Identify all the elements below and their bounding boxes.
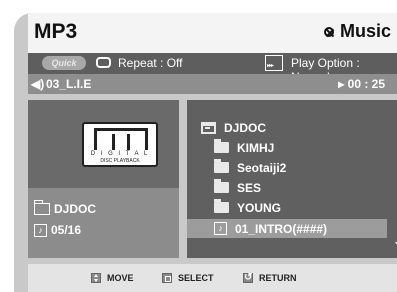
list-item[interactable]: YOUNG — [187, 198, 387, 217]
mp3-logo: D I G I T A L DISC PLAYBACK — [82, 122, 158, 167]
move-arrows-icon — [91, 273, 101, 283]
list-item-selected[interactable]: ♪ 01_INTRO(####) — [187, 219, 387, 238]
logo-disc-text: DISC PLAYBACK — [100, 158, 140, 164]
file-list: DJDOC KIMHJ Seotaiji2 SES YOUNG ♪ 01_INT… — [187, 100, 397, 258]
title-bar: MP3 Music — [28, 13, 397, 53]
repeat-icon — [96, 57, 111, 68]
disc-cross-icon — [323, 26, 334, 37]
current-folder-panel: DJDOC ♪ 05/16 — [28, 188, 179, 258]
play-option-icon — [265, 55, 283, 71]
quick-button[interactable]: Quick — [42, 56, 86, 70]
return-icon — [243, 272, 253, 283]
current-track-name: 03_L.I.E — [46, 77, 92, 91]
list-item-label: YOUNG — [237, 200, 282, 215]
list-item-label: DJDOC — [224, 120, 267, 135]
control-hints-bar: MOVE SELECT RETURN — [28, 264, 397, 292]
move-label: MOVE — [107, 273, 134, 283]
select-button-icon — [162, 273, 172, 283]
folder-icon — [214, 139, 229, 153]
music-file-icon: ♪ — [214, 222, 227, 235]
list-item-label: 01_INTRO(####) — [235, 221, 328, 236]
list-item-label: SES — [237, 180, 262, 195]
mode-indicator: Music — [323, 21, 391, 42]
disc-logo-panel: D I G I T A L DISC PLAYBACK — [28, 100, 179, 188]
mp3-logo-mark — [94, 128, 148, 150]
logo-digital-text: D I G I T A L — [90, 151, 150, 157]
repeat-status: Repeat : Off — [118, 56, 183, 70]
mode-label: Music — [339, 21, 391, 41]
parent-folder-icon — [201, 121, 216, 134]
list-item[interactable]: SES — [187, 178, 387, 197]
elapsed-time: ▸ 00 : 25 — [338, 77, 385, 91]
current-folder-name: DJDOC — [54, 202, 97, 216]
return-label: RETURN — [259, 273, 297, 283]
folder-icon — [34, 200, 50, 215]
track-count-row: ♪ 05/16 — [34, 223, 81, 237]
now-playing-bar: ◀) 03_L.I.E ▸ 00 : 25 — [28, 74, 397, 94]
track-count: 05/16 — [51, 223, 82, 237]
current-folder-row: DJDOC — [34, 200, 97, 216]
folder-icon — [214, 199, 229, 213]
folder-icon — [214, 159, 229, 173]
move-hint: MOVE — [91, 273, 134, 283]
return-hint: RETURN — [243, 272, 297, 283]
list-item-label: KIMHJ — [237, 140, 275, 155]
list-item[interactable]: Seotaiji2 — [187, 158, 387, 177]
mp3-menu-frame: MP3 Music Quick Repeat : Off Play Option… — [14, 13, 397, 292]
music-note-icon: ♪ — [34, 223, 47, 237]
page-title: MP3 — [34, 20, 78, 43]
select-hint: SELECT — [162, 273, 214, 283]
folder-icon — [214, 179, 229, 193]
list-item-parent[interactable]: DJDOC — [187, 118, 387, 137]
speaker-icon: ◀) — [31, 77, 45, 91]
status-bar: Quick Repeat : Off Play Option : Normal — [28, 53, 397, 84]
list-item[interactable]: KIMHJ — [187, 138, 387, 157]
list-item-label: Seotaiji2 — [237, 160, 287, 175]
select-label: SELECT — [178, 273, 214, 283]
